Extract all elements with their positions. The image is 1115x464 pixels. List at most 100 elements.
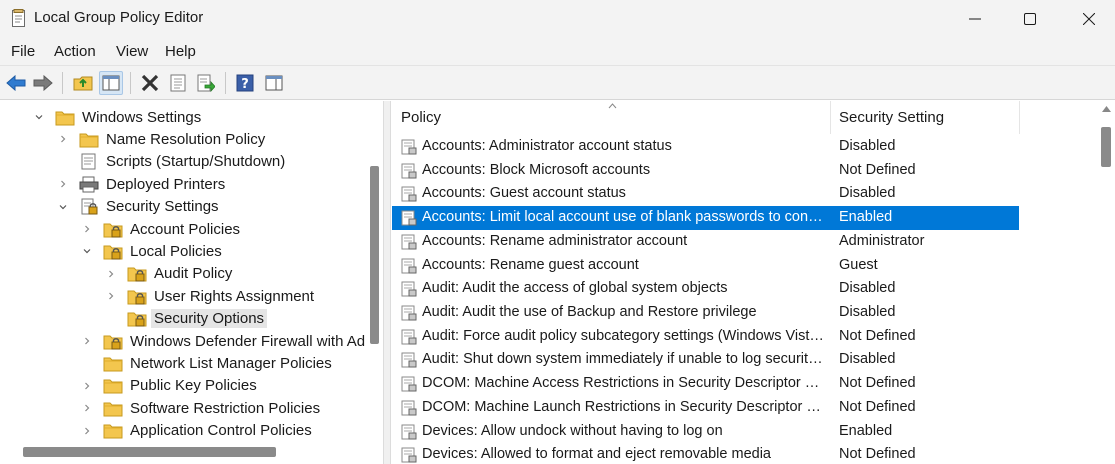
policy-name: Audit: Audit the use of Backup and Resto… <box>422 304 757 321</box>
chevron-right-icon[interactable] <box>57 178 69 190</box>
menu-help[interactable]: Help <box>165 43 196 60</box>
show-hide-action-pane-icon <box>265 75 283 91</box>
column-header-security-setting[interactable]: Security Setting <box>831 101 1019 134</box>
menu-bar: File Action View Help <box>0 38 1115 66</box>
export-list-icon <box>197 74 215 92</box>
policy-setting-icon <box>401 281 417 297</box>
tree-item-label: Public Key Policies <box>130 377 257 395</box>
chevron-right-icon[interactable] <box>81 223 93 235</box>
menu-file[interactable]: File <box>11 43 35 60</box>
tree-item[interactable]: Public Key Policies <box>81 375 260 397</box>
menu-view[interactable]: View <box>116 43 148 60</box>
table-row[interactable]: Accounts: Limit local account use of bla… <box>392 206 1019 230</box>
up-one-level-button[interactable] <box>71 71 95 95</box>
security-setting-value: Disabled <box>839 351 896 368</box>
table-row[interactable]: Accounts: Block Microsoft accounts Not De… <box>392 159 1019 183</box>
toolbar-separator <box>62 72 63 94</box>
table-row[interactable]: DCOM: Machine Launch Restrictions in Sec… <box>392 396 1019 420</box>
delete-button[interactable] <box>138 71 162 95</box>
tree-item[interactable]: Audit Policy <box>105 263 235 285</box>
properties-icon <box>170 74 186 92</box>
tree-item-label: Security Settings <box>106 198 219 216</box>
minimize-button[interactable] <box>949 0 1001 38</box>
tree-item-label: Windows Defender Firewall with Adva <box>130 332 381 350</box>
tree-item[interactable]: Windows Defender Firewall with Adva <box>81 330 383 352</box>
tree-item[interactable]: Software Restriction Policies <box>81 397 323 419</box>
chevron-right-icon[interactable] <box>81 402 93 414</box>
chevron-right-icon[interactable] <box>81 425 93 437</box>
forward-button[interactable] <box>31 71 55 95</box>
policy-setting-icon <box>401 139 417 155</box>
table-row[interactable]: Devices: Allow undock without having to … <box>392 420 1019 444</box>
policy-setting-icon <box>401 329 417 345</box>
lock-folder-icon <box>103 223 123 237</box>
show-hide-action-pane-button[interactable] <box>262 71 286 95</box>
policy-name: DCOM: Machine Access Restrictions in Sec… <box>422 375 827 392</box>
tree-vertical-scroll-thumb[interactable] <box>370 166 379 344</box>
chevron-right-icon[interactable] <box>105 268 117 280</box>
table-row[interactable]: Accounts: Guest account status Disabled <box>392 182 1019 206</box>
tree-item-label: Audit Policy <box>154 265 233 283</box>
policy-setting-icon <box>401 447 417 463</box>
policy-name: Accounts: Limit local account use of bla… <box>422 209 827 226</box>
maximize-button[interactable] <box>1004 0 1056 38</box>
policy-name: Audit: Audit the access of global system… <box>422 280 728 297</box>
close-button[interactable] <box>1063 0 1115 38</box>
scroll-up-arrow-icon[interactable] <box>1102 106 1111 112</box>
folder-icon <box>103 402 123 417</box>
table-row[interactable]: Audit: Force audit policy subcategory se… <box>392 325 1019 349</box>
lock-folder-icon <box>103 245 123 260</box>
policy-name: Devices: Allow undock without having to … <box>422 422 723 439</box>
table-row[interactable]: Accounts: Rename administrator account Ad… <box>392 230 1019 254</box>
tree-item[interactable]: Account Policies <box>81 218 243 240</box>
chevron-right-icon[interactable] <box>81 380 93 392</box>
lock-folder-icon <box>127 312 147 327</box>
list-vertical-scroll-thumb[interactable] <box>1101 127 1111 167</box>
table-row[interactable]: Audit: Shut down system immediately if u… <box>392 348 1019 372</box>
chevron-down-icon[interactable] <box>33 111 45 123</box>
chevron-down-icon[interactable] <box>57 201 69 213</box>
table-row[interactable]: Audit: Audit the use of Backup and Resto… <box>392 301 1019 325</box>
tree-item-label: Application Control Policies <box>130 422 312 440</box>
chevron-right-icon[interactable] <box>57 133 69 145</box>
toolbar-separator <box>130 72 131 94</box>
policy-name: DCOM: Machine Launch Restrictions in Sec… <box>422 398 827 415</box>
security-setting-value: Not Defined <box>839 375 916 392</box>
table-row[interactable]: Devices: Allowed to format and eject rem… <box>392 443 1019 464</box>
tree-item[interactable]: Name Resolution Policy <box>57 128 268 150</box>
tree-item[interactable]: User Rights Assignment <box>105 285 317 307</box>
tree-item-label: Name Resolution Policy <box>106 130 266 148</box>
tree-item[interactable]: Security Settings <box>57 196 222 218</box>
menu-action[interactable]: Action <box>54 43 96 60</box>
tree-item[interactable]: Application Control Policies <box>81 420 315 442</box>
tree-item[interactable]: Security Options <box>105 308 268 330</box>
minimize-icon <box>969 18 981 20</box>
export-list-button[interactable] <box>194 71 218 95</box>
tree-item[interactable]: Scripts (Startup/Shutdown) <box>57 151 288 173</box>
table-row[interactable]: Audit: Audit the access of global system… <box>392 277 1019 301</box>
column-divider[interactable] <box>1019 101 1020 134</box>
table-row[interactable]: Accounts: Rename guest account Guest <box>392 254 1019 278</box>
back-button[interactable] <box>4 71 28 95</box>
chevron-right-icon[interactable] <box>81 335 93 347</box>
chevron-down-icon[interactable] <box>81 245 93 257</box>
folder-icon <box>103 357 123 372</box>
table-row[interactable]: Accounts: Administrator account status Di… <box>392 135 1019 159</box>
tree-horizontal-scroll-thumb[interactable] <box>23 447 276 457</box>
show-hide-console-tree-button[interactable] <box>99 71 123 95</box>
maximize-icon <box>1024 13 1036 25</box>
tree-item[interactable]: Local Policies <box>81 240 225 262</box>
pane-splitter[interactable] <box>383 101 391 464</box>
tree-item[interactable]: Windows Settings <box>33 106 204 128</box>
tree-item[interactable]: Deployed Printers <box>57 173 228 195</box>
security-setting-value: Not Defined <box>839 398 916 415</box>
properties-button[interactable] <box>166 71 190 95</box>
title-bar: Local Group Policy Editor <box>0 0 1115 38</box>
policy-name: Audit: Force audit policy subcategory se… <box>422 327 827 344</box>
table-row[interactable]: DCOM: Machine Access Restrictions in Sec… <box>392 372 1019 396</box>
policy-setting-icon <box>401 186 417 202</box>
chevron-right-icon[interactable] <box>105 290 117 302</box>
help-button[interactable]: ? <box>233 71 257 95</box>
policy-setting-icon <box>401 210 417 226</box>
tree-item[interactable]: Network List Manager Policies <box>81 352 335 374</box>
